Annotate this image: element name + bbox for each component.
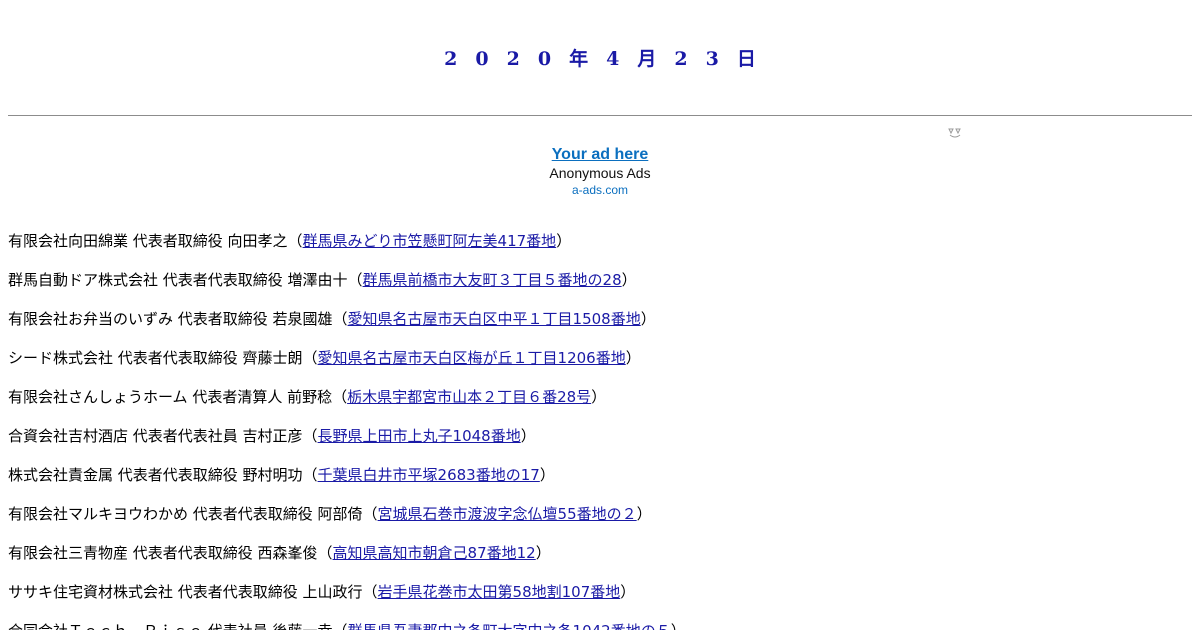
list-item: ササキ住宅資材株式会社 代表者代表取締役 上山政行（岩手県花巻市太田第58地割1…: [8, 573, 1192, 612]
address-link[interactable]: 長野県上田市上丸子1048番地: [318, 427, 521, 445]
address-link[interactable]: 岩手県花巻市太田第58地割107番地: [378, 583, 621, 601]
address-link[interactable]: 群馬県吾妻郡中之条町大字中之条1042番地の５: [348, 622, 671, 630]
company-text: 有限会社マルキヨウわかめ 代表者代表取締役 阿部倚（: [8, 505, 378, 523]
close-paren: ）: [625, 349, 641, 367]
company-text: 有限会社お弁当のいずみ 代表者取締役 若泉國雄（: [8, 310, 348, 328]
close-paren: ）: [539, 466, 555, 484]
list-item: シード株式会社 代表者代表取締役 齊藤士朗（愛知県名古屋市天白区梅が丘１丁目12…: [8, 339, 1192, 378]
company-text: 有限会社さんしょうホーム 代表者清算人 前野稔（: [8, 388, 348, 406]
list-item: 有限会社マルキヨウわかめ 代表者代表取締役 阿部倚（宮城県石巻市渡波字念仏壇55…: [8, 495, 1192, 534]
address-link[interactable]: 群馬県みどり市笠懸町阿左美417番地: [303, 232, 557, 250]
company-text: シード株式会社 代表者代表取締役 齊藤士朗（: [8, 349, 318, 367]
date-char: 2: [444, 48, 458, 70]
address-link[interactable]: 高知県高知市朝倉己87番地12: [333, 544, 536, 562]
company-text: 群馬自動ドア株式会社 代表者代表取締役 増澤由十（: [8, 271, 363, 289]
date-char: 3: [705, 48, 719, 70]
close-paren: ）: [621, 271, 637, 289]
date-char: 年: [569, 48, 589, 70]
list-item: 群馬自動ドア株式会社 代表者代表取締役 増澤由十（群馬県前橋市大友町３丁目５番地…: [8, 261, 1192, 300]
date-char: 日: [736, 48, 756, 70]
close-paren: ）: [556, 232, 572, 250]
close-paren: ）: [520, 427, 536, 445]
address-link[interactable]: 栃木県宇都宮市山本２丁目６番28号: [347, 388, 591, 406]
date-char: 2: [674, 48, 688, 70]
list-item: 株式会社責金属 代表者代表取締役 野村明功（千葉県白井市平塚2683番地の17）: [8, 456, 1192, 495]
list-item: 有限会社三青物産 代表者代表取締役 西森峯俊（高知県高知市朝倉己87番地12）: [8, 534, 1192, 573]
date-char: 0: [537, 48, 552, 70]
close-paren: ）: [640, 310, 656, 328]
horizontal-divider: [8, 115, 1192, 116]
company-text: 有限会社向田綿業 代表者取締役 向田孝之（: [8, 232, 303, 250]
address-link[interactable]: 千葉県白井市平塚2683番地の17: [318, 466, 540, 484]
company-text: ササキ住宅資材株式会社 代表者代表取締役 上山政行（: [8, 583, 378, 601]
ad-domain-link[interactable]: a-ads.com: [572, 183, 628, 197]
list-item: 有限会社さんしょうホーム 代表者清算人 前野稔（栃木県宇都宮市山本２丁目６番28…: [8, 378, 1192, 417]
ad-title-link[interactable]: Your ad here: [552, 146, 649, 164]
company-text: 有限会社三青物産 代表者代表取締役 西森峯俊（: [8, 544, 333, 562]
address-link[interactable]: 愛知県名古屋市天白区中平１丁目1508番地: [348, 310, 641, 328]
close-paren: ）: [591, 388, 607, 406]
ad-block: Your ad here Anonymous Ads a-ads.com: [0, 126, 1200, 199]
company-text: 株式会社責金属 代表者代表取締役 野村明功（: [8, 466, 318, 484]
list-item: 有限会社向田綿業 代表者取締役 向田孝之（群馬県みどり市笠懸町阿左美417番地）: [8, 222, 1192, 261]
aads-logo-icon[interactable]: [948, 126, 962, 138]
list-item: 合同会社Ｔｅｃｈ Ｒｉｓｅ 代表社員 後藤一幸（群馬県吾妻郡中之条町大字中之条1…: [8, 612, 1192, 630]
close-paren: ）: [535, 544, 551, 562]
date-char: 4: [606, 48, 620, 70]
date-char: 0: [475, 48, 489, 70]
list-item: 合資会社吉村酒店 代表者代表社員 吉村正彦（長野県上田市上丸子1048番地）: [8, 417, 1192, 456]
date-char: 2: [506, 48, 520, 70]
company-text: 合同会社Ｔｅｃｈ Ｒｉｓｅ 代表社員 後藤一幸（: [8, 622, 348, 630]
date-char: 月: [637, 48, 657, 70]
date-heading: 2020年4月23日: [8, 0, 1192, 72]
address-link[interactable]: 愛知県名古屋市天白区梅が丘１丁目1206番地: [318, 349, 626, 367]
list-item: 有限会社お弁当のいずみ 代表者取締役 若泉國雄（愛知県名古屋市天白区中平１丁目1…: [8, 300, 1192, 339]
close-paren: ）: [636, 505, 652, 523]
address-link[interactable]: 群馬県前橋市大友町３丁目５番地の28: [363, 271, 622, 289]
company-list: 有限会社向田綿業 代表者取締役 向田孝之（群馬県みどり市笠懸町阿左美417番地）…: [8, 222, 1192, 630]
close-paren: ）: [671, 622, 686, 630]
company-text: 合資会社吉村酒店 代表者代表社員 吉村正彦（: [8, 427, 318, 445]
address-link[interactable]: 宮城県石巻市渡波字念仏壇55番地の２: [378, 505, 637, 523]
close-paren: ）: [620, 583, 636, 601]
ad-name: Anonymous Ads: [549, 165, 651, 181]
